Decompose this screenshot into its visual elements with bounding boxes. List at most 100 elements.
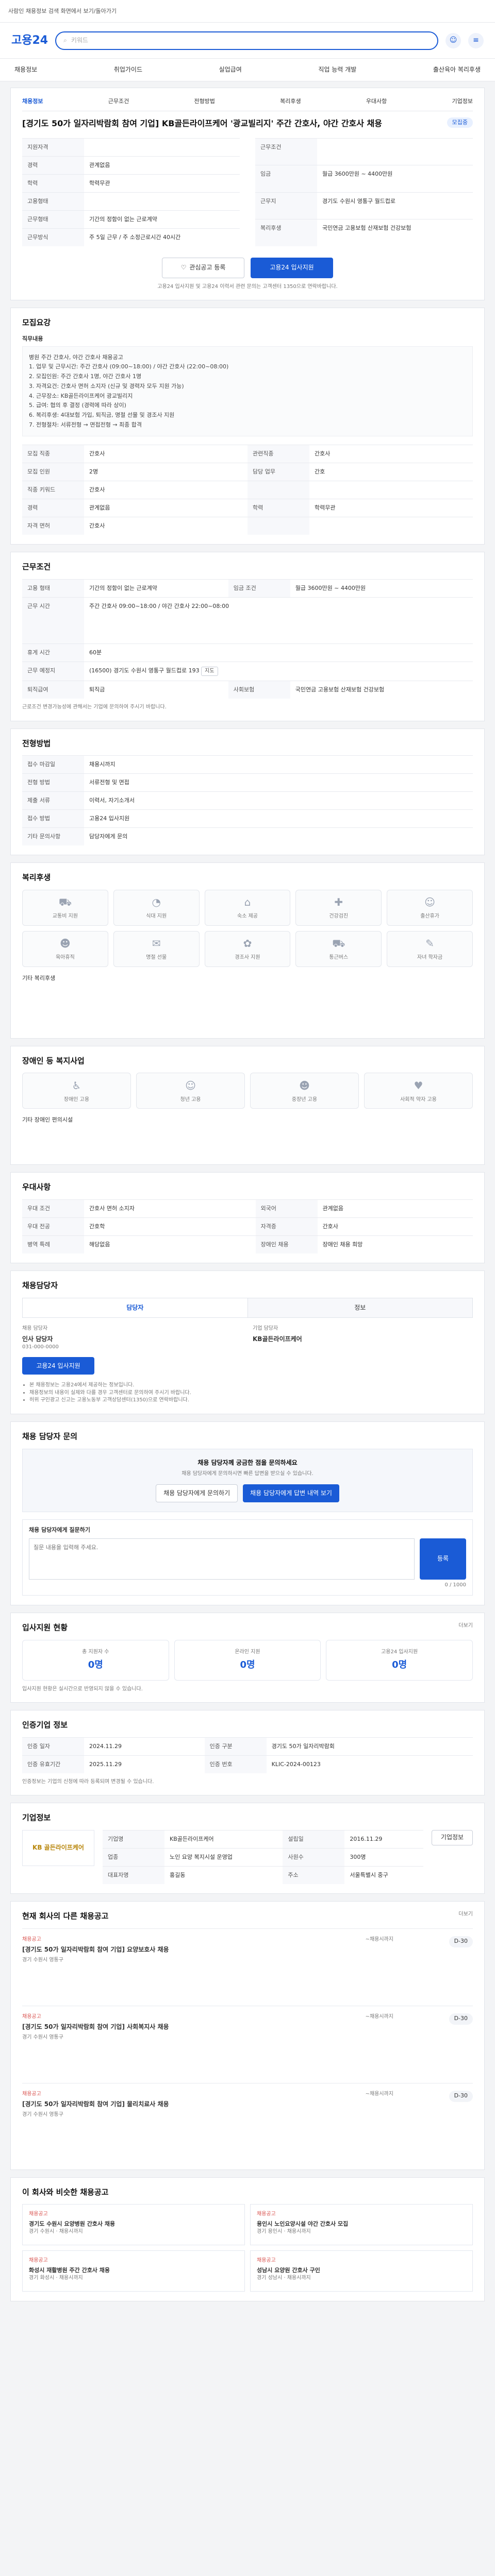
qna-notice: 채용 담당자께 궁금한 점을 문의하세요 채용 담당자에게 문의하시면 빠른 답…: [22, 1448, 473, 1512]
nav-item[interactable]: 직업 능력 개발: [318, 65, 356, 74]
tab-selection[interactable]: 전형방법: [194, 97, 214, 106]
tab-recruit[interactable]: 채용정보: [22, 97, 43, 106]
section-title: 채용 담당자 문의: [22, 1431, 78, 1441]
cell-key: [248, 481, 309, 499]
similar-job-title: 화성시 재활병원 주간 간호사 채용: [29, 2266, 110, 2274]
benefit-tile: ◔ 식대 지원: [113, 889, 200, 926]
qna-form-row: 등록: [29, 1538, 466, 1580]
nav-item[interactable]: 취업가이드: [114, 65, 142, 74]
similar-job-card[interactable]: 채용공고 화성시 재활병원 주간 간호사 채용 경기 화성시 · 채용시까지: [22, 2250, 245, 2292]
cell-value: 채용시까지: [84, 755, 473, 774]
save-job-button[interactable]: ♡ 관심공고 등록: [162, 257, 244, 278]
cell-value: 60분: [84, 643, 473, 662]
cell-value: 관계없음: [84, 499, 248, 517]
tab-benefit[interactable]: 복리후생: [280, 97, 301, 106]
ask-button[interactable]: 채용 담당자에게 문의하기: [156, 1484, 238, 1502]
user-icon[interactable]: ☺: [446, 32, 461, 48]
similar-job-card[interactable]: 채용공고 경기도 수원시 요양병원 간호사 채용 경기 수원시 · 채용시까지: [22, 2204, 245, 2246]
welfare-tile: ♿ 장애인 고용: [22, 1073, 131, 1109]
company-contact-name: KB골든라이프케어: [253, 1335, 302, 1343]
family-icon: ☻: [59, 937, 71, 950]
cell-value: 간호사: [317, 1217, 473, 1236]
cell-value: 300명: [344, 1848, 423, 1867]
nav-item[interactable]: 실업급여: [219, 65, 242, 74]
job-item-meta: 경기 수원시 영통구: [22, 2034, 63, 2040]
welfare-grid: ♿ 장애인 고용 ☺ 청년 고용 ☻ 중장년 고용 ♥ 사회적 약자 고용: [22, 1073, 473, 1109]
wheelchair-icon: ♿: [72, 1079, 81, 1092]
similar-job-card[interactable]: 채용공고 용인시 노인요양시설 야간 간호사 모집 경기 용인시 · 채용시까지: [250, 2204, 473, 2246]
nav-item[interactable]: 채용정보: [14, 65, 37, 74]
cell-key: 대표자명: [103, 1866, 164, 1884]
cell-key: 임금 조건: [228, 579, 290, 598]
apply-note: 고용24 입사지원 및 고용24 이력서 관련 문의는 고객센터 1350으로 …: [157, 283, 338, 290]
cell-value: 간호사: [84, 445, 248, 463]
work-section: 근무조건 고용 형태 기간의 정함이 없는 근로계약 임금 조건 월급 3600만원 …: [10, 551, 485, 721]
cell-key: 모집 인원: [22, 463, 84, 481]
tab-contact-info[interactable]: 정보: [248, 1298, 472, 1318]
summary-key: 학력: [22, 174, 84, 193]
meal-icon: ◔: [152, 895, 161, 908]
job-item-date: ~채용시까지: [365, 2091, 393, 2097]
contact-note: 허위 구인광고 신고는 고용노동부 고객상담센터(1350)으로 연락바랍니다.: [29, 1397, 473, 1404]
view-answers-button[interactable]: 채용 담당자에게 답변 내역 보기: [243, 1484, 339, 1502]
benefit-label: 명절 선물: [146, 954, 167, 960]
summary-key: 임금: [255, 165, 317, 193]
benefit-tile: ✎ 자녀 학자금: [387, 930, 473, 967]
apply-button[interactable]: 고용24 입사지원: [251, 257, 333, 278]
cell-key: 설립일: [283, 1830, 345, 1849]
tab-company[interactable]: 기업정보: [452, 97, 473, 106]
company-jobs-more-link[interactable]: 더보기: [458, 1911, 473, 1928]
qna-form-title: 채용 담당자에게 질문하기: [29, 1526, 90, 1533]
submit-question-button[interactable]: 등록: [420, 1538, 466, 1580]
map-button[interactable]: 지도: [201, 666, 218, 676]
company-info-button[interactable]: 기업정보: [432, 1830, 473, 1846]
status-badge: 모집중: [447, 117, 473, 128]
stats-more-link[interactable]: 더보기: [458, 1622, 473, 1640]
cell-key: 기업명: [103, 1830, 164, 1849]
summary-value: 기간의 정함이 없는 근로계약: [84, 210, 240, 229]
cell-key: 인증 일자: [22, 1737, 84, 1756]
contact-note: 본 채용정보는 고용24에서 제공하는 정보입니다.: [29, 1382, 473, 1389]
site-logo[interactable]: 고용24: [11, 32, 48, 49]
recruit-section: 모집요강 직무내용 병원 주간 간호사, 야간 간호사 채용공고 1. 업무 및…: [10, 308, 485, 545]
welfare-tile: ☺ 청년 고용: [136, 1073, 245, 1109]
tab-work[interactable]: 근무조건: [108, 97, 129, 106]
contact-apply-button[interactable]: 고용24 입사지원: [22, 1357, 94, 1375]
qna-actions: 채용 담당자에게 문의하기 채용 담당자에게 답변 내역 보기: [32, 1484, 463, 1502]
section-title: 복리후생: [22, 872, 51, 882]
cell-key: 인증 구분: [204, 1737, 267, 1756]
job-item-badge: D-30: [449, 2090, 473, 2102]
list-item[interactable]: 채용공고 [경기도 50가 일자리박람회 참여 기업] 물리치료사 채용 경기 …: [22, 2082, 473, 2160]
menu-icon[interactable]: ≡: [468, 32, 484, 48]
summary-key: 근무형태: [22, 210, 84, 229]
cell-key: 사회보험: [228, 681, 290, 699]
similar-job-card[interactable]: 채용공고 성남시 요양원 간호사 구인 경기 성남시 · 채용시까지: [250, 2250, 473, 2292]
job-description-label: 직무내용: [22, 335, 43, 342]
search-input[interactable]: ⌕ 키워드: [55, 31, 438, 50]
youth-icon: ☺: [185, 1079, 196, 1092]
list-item[interactable]: 채용공고 [경기도 50가 일자리박람회 참여 기업] 요양보호사 채용 경기 …: [22, 1928, 473, 2006]
job-item-badge: D-30: [449, 1936, 473, 1947]
summary-value: 관계없음: [84, 156, 240, 175]
benefit-tile: ⛟ 통근버스: [295, 930, 382, 967]
nav-item[interactable]: 출산육아 복리후생: [433, 65, 481, 74]
tab-preference[interactable]: 우대사항: [366, 97, 387, 106]
job-item-title: [경기도 50가 일자리박람회 참여 기업] 요양보호사 채용: [22, 1946, 169, 1954]
summary-key: 근무지: [255, 192, 317, 219]
benefit-tile: ☻ 육아휴직: [22, 930, 108, 967]
top-banner: 사람인 채용정보 검색 화면에서 보기/돌아가기: [0, 0, 495, 23]
tab-contact-person[interactable]: 담당자: [23, 1298, 248, 1318]
cell-key: 외국어: [255, 1199, 318, 1218]
list-item[interactable]: 채용공고 [경기도 50가 일자리박람회 참여 기업] 사회복지사 채용 경기 …: [22, 2005, 473, 2083]
benefit-label: 건강검진: [329, 913, 349, 919]
benefit-tile: ✿ 경조사 지원: [204, 930, 291, 967]
cell-key: 경력: [22, 499, 84, 517]
cell-value: [309, 516, 473, 535]
cell-key: 우대 조건: [22, 1199, 84, 1218]
summary-value: 국민연금 고용보험 산재보험 건강보험: [317, 219, 473, 246]
senior-icon: ☻: [299, 1079, 310, 1092]
question-textarea[interactable]: [29, 1538, 415, 1580]
global-header: 고용24 ⌕ 키워드 ☺ ≡: [0, 23, 495, 59]
benefit-label: 식대 지원: [146, 913, 167, 919]
cell-key: 퇴직급여: [22, 681, 84, 699]
